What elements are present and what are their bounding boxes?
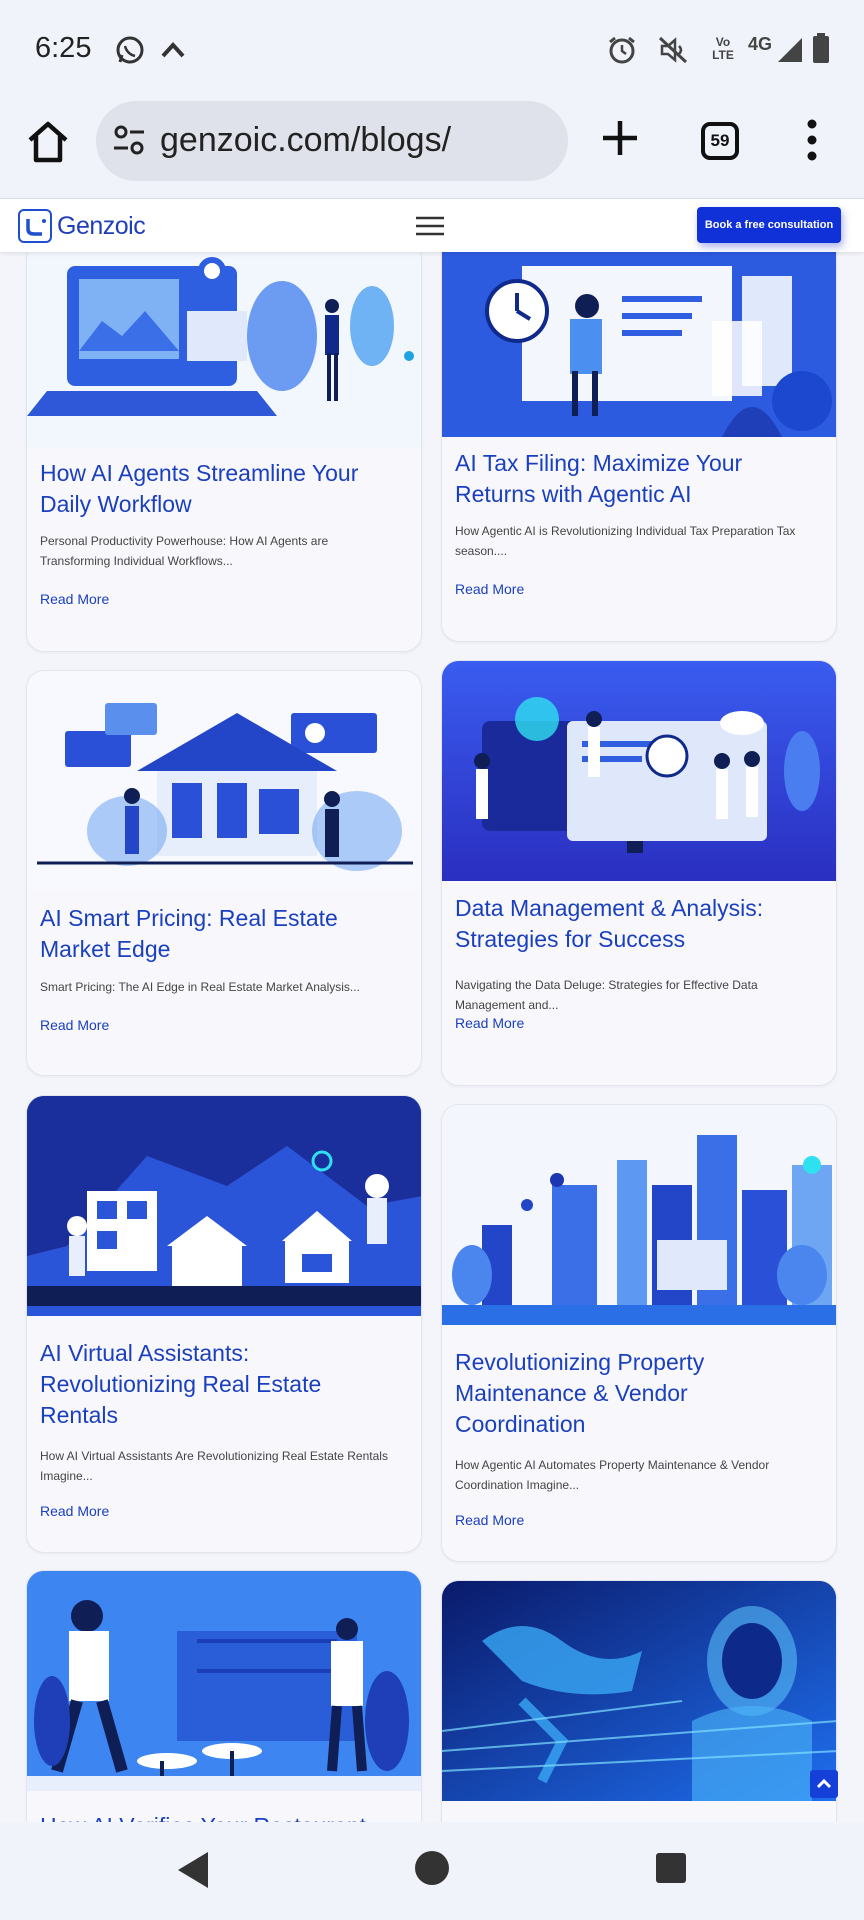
blog-card[interactable]: AI Tax Filing: Maximize Your Returns wit… bbox=[441, 252, 837, 642]
genzoic-logo-icon[interactable] bbox=[18, 209, 52, 243]
blog-card-image bbox=[27, 1571, 421, 1791]
url-text[interactable]: genzoic.com/blogs/ bbox=[160, 121, 451, 160]
scroll-to-top-button[interactable] bbox=[810, 1770, 838, 1798]
blog-card[interactable]: AI Smart Pricing: Real Estate Market Edg… bbox=[26, 670, 422, 1076]
status-time: 6:25 bbox=[35, 32, 92, 64]
mute-icon bbox=[658, 36, 688, 64]
blog-card-title[interactable]: How AI Agents Streamline Your Daily Work… bbox=[40, 458, 410, 520]
more-options-icon[interactable] bbox=[806, 118, 818, 162]
whatsapp-icon bbox=[116, 36, 144, 64]
read-more-link[interactable]: Read More bbox=[40, 1503, 109, 1519]
read-more-link[interactable]: Read More bbox=[40, 591, 109, 607]
blog-card-title[interactable]: How AI Verifies Your Restaurant bbox=[40, 1811, 410, 1822]
site-header: Genzoic Book a free consultation bbox=[0, 198, 864, 252]
book-consultation-button[interactable]: Book a free consultation bbox=[697, 207, 841, 243]
logo-text[interactable]: Genzoic bbox=[57, 212, 146, 241]
blog-card-title[interactable]: AI Virtual Assistants: Revolutionizing R… bbox=[40, 1338, 380, 1431]
blog-card-excerpt: Personal Productivity Powerhouse: How AI… bbox=[40, 534, 329, 568]
blog-card-image bbox=[442, 661, 836, 881]
blog-card-excerpt: How Agentic AI Automates Property Mainte… bbox=[455, 1458, 770, 1492]
menu-icon[interactable] bbox=[416, 215, 444, 237]
blog-card-image bbox=[442, 252, 836, 437]
blog-card-excerpt: How Agentic AI is Revolutionizing Indivi… bbox=[455, 524, 796, 558]
signal-icon bbox=[778, 38, 802, 62]
browser-toolbar: genzoic.com/blogs/ 59 bbox=[0, 98, 864, 198]
blog-card[interactable]: AI Virtual Assistants: Revolutionizing R… bbox=[26, 1095, 422, 1553]
android-navigation-bar bbox=[0, 1822, 864, 1920]
chevron-up-icon bbox=[161, 42, 185, 58]
blog-card-title[interactable]: Data Management & Analysis: Strategies f… bbox=[455, 893, 825, 955]
blog-card-image bbox=[442, 1581, 836, 1801]
network-type: 4G bbox=[748, 34, 773, 54]
address-bar[interactable]: genzoic.com/blogs/ bbox=[96, 101, 568, 181]
blog-card-image bbox=[27, 1096, 421, 1316]
blog-card-excerpt: How AI Virtual Assistants Are Revolution… bbox=[40, 1449, 388, 1483]
home-nav-icon[interactable] bbox=[414, 1850, 450, 1886]
status-bar: 6:25 Vo LTE 4G bbox=[0, 0, 864, 98]
chevron-up-icon bbox=[816, 1778, 832, 1789]
alarm-icon bbox=[609, 36, 635, 64]
blog-card[interactable]: Revolutionizing Property Maintenance & V… bbox=[441, 1104, 837, 1562]
blog-card-excerpt: Smart Pricing: The AI Edge in Real Estat… bbox=[40, 980, 360, 994]
read-more-link[interactable]: Read More bbox=[40, 1017, 109, 1033]
blog-card-title[interactable]: AI Tax Filing: Maximize Your Returns wit… bbox=[455, 448, 825, 510]
site-settings-icon[interactable] bbox=[112, 123, 146, 157]
new-tab-icon[interactable] bbox=[600, 118, 640, 158]
tab-switcher-button[interactable]: 59 bbox=[701, 122, 739, 160]
blog-list: How AI Agents Streamline Your Daily Work… bbox=[0, 252, 864, 1822]
blog-card-title[interactable]: Revolutionizing Property Maintenance & V… bbox=[455, 1347, 795, 1440]
blog-card-image bbox=[442, 1105, 836, 1325]
blog-card[interactable]: How AI Agents Streamline Your Daily Work… bbox=[26, 252, 422, 652]
blog-card-title[interactable]: AI Smart Pricing: Real Estate Market Edg… bbox=[40, 903, 410, 965]
back-icon[interactable] bbox=[176, 1850, 212, 1890]
blog-card-image bbox=[27, 252, 421, 447]
blog-card-excerpt: Navigating the Data Deluge: Strategies f… bbox=[455, 978, 758, 1012]
blog-card[interactable]: How AI Verifies Your Restaurant bbox=[26, 1570, 422, 1822]
volte-indicator: Vo LTE bbox=[712, 35, 734, 62]
blog-card[interactable]: Data Management & Analysis: Strategies f… bbox=[441, 660, 837, 1086]
battery-icon bbox=[813, 33, 829, 63]
blog-card-image bbox=[27, 671, 421, 891]
recents-icon[interactable] bbox=[655, 1852, 687, 1884]
read-more-link[interactable]: Read More bbox=[455, 581, 524, 597]
read-more-link[interactable]: Read More bbox=[455, 1015, 524, 1031]
read-more-link[interactable]: Read More bbox=[455, 1512, 524, 1528]
home-icon[interactable] bbox=[24, 118, 72, 166]
blog-card[interactable] bbox=[441, 1580, 837, 1822]
